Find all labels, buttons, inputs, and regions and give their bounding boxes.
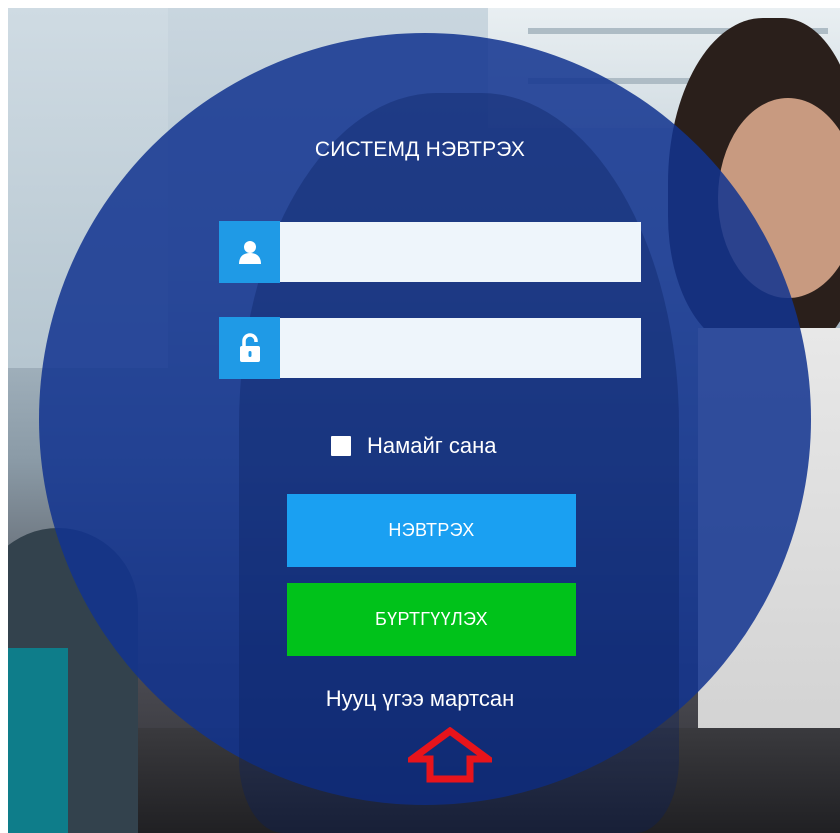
login-title: СИСТЕМД НЭВТРЭХ: [314, 138, 526, 161]
register-button-label: БҮРТГҮҮЛЭХ: [375, 609, 488, 629]
up-arrow-icon: [408, 727, 492, 783]
user-icon: [219, 221, 280, 283]
remember-me: Намайг сана: [331, 433, 497, 459]
background-person-silhouette: [239, 93, 679, 833]
remember-me-checkbox[interactable]: [331, 436, 351, 456]
username-input[interactable]: [280, 222, 641, 282]
password-input[interactable]: [280, 318, 641, 378]
login-button[interactable]: НЭВТРЭХ: [287, 494, 576, 567]
remember-me-label: Намайг сана: [367, 433, 497, 458]
username-field-group: [219, 221, 641, 283]
register-button[interactable]: БҮРТГҮҮЛЭХ: [287, 583, 576, 656]
lock-icon: [219, 317, 280, 379]
background-teal-shirt: [8, 648, 68, 833]
login-button-label: НЭВТРЭХ: [388, 520, 475, 540]
password-field-group: [219, 317, 641, 379]
forgot-password-link[interactable]: Нууц үгээ мартсан: [270, 686, 570, 712]
